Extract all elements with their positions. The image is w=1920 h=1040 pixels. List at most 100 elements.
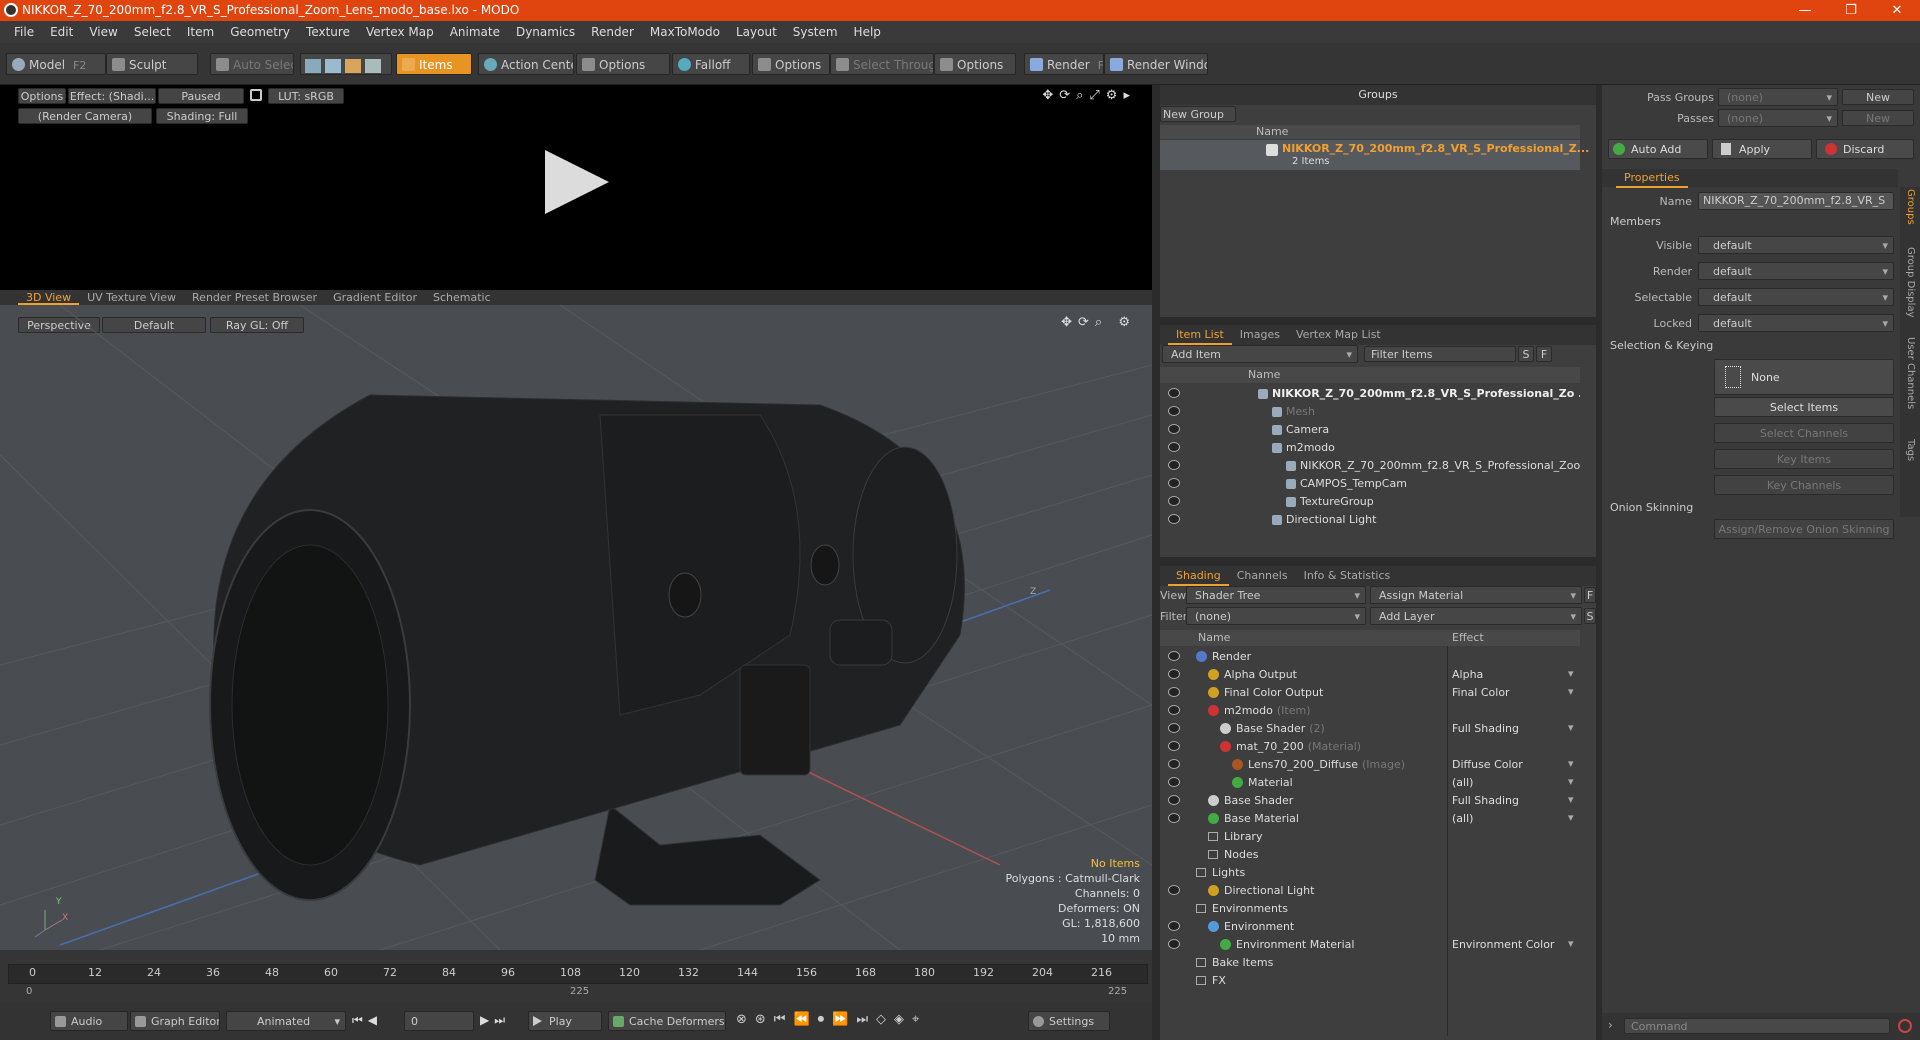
record-icon[interactable] (1898, 1019, 1912, 1033)
tab-uv-texture-view[interactable]: UV Texture View (79, 290, 184, 305)
side-tab-group-display[interactable]: Group Display (1905, 247, 1916, 317)
shader-effect[interactable]: Final Color (1452, 686, 1510, 699)
eye-icon[interactable] (1168, 921, 1180, 931)
menu-help[interactable]: Help (846, 25, 889, 39)
key-items-button[interactable]: Key Items (1714, 449, 1894, 469)
chevron-down-icon[interactable]: ▾ (1568, 937, 1574, 950)
locked-dropdown[interactable]: default (1698, 314, 1894, 332)
menu-item[interactable]: Item (179, 25, 222, 39)
chevron-down-icon[interactable]: ▾ (1568, 775, 1574, 788)
cache-deformers-button[interactable]: Cache Deformers (608, 1011, 726, 1031)
side-tab-groups[interactable]: Groups (1905, 189, 1916, 225)
shader-tree-row[interactable]: Material (all) ▾ (1160, 774, 1580, 792)
item-list-row[interactable]: Mesh (1160, 403, 1580, 421)
shader-tree-row[interactable]: Nodes (1160, 846, 1580, 864)
shader-effect[interactable]: Diffuse Color (1452, 758, 1523, 771)
select-through-button[interactable]: Select Through (830, 53, 934, 75)
filter-dropdown[interactable]: (none) (1186, 607, 1366, 625)
shader-tree-row[interactable]: Lights (1160, 864, 1580, 882)
menu-select[interactable]: Select (126, 25, 179, 39)
shader-tree-row[interactable]: Directional Light (1160, 882, 1580, 900)
eye-icon[interactable] (1168, 478, 1180, 488)
side-tab-tags[interactable]: Tags (1905, 439, 1916, 473)
shader-effect[interactable]: (all) (1452, 812, 1473, 825)
auto-select-button[interactable]: Auto Select (210, 53, 294, 75)
eye-icon[interactable] (1168, 741, 1180, 751)
item-list-row[interactable]: m2modo (1160, 439, 1580, 457)
shading-dropdown[interactable]: Shading: Full (156, 108, 248, 124)
eye-icon[interactable] (1168, 939, 1180, 949)
eye-icon[interactable] (1168, 795, 1180, 805)
menu-vertex-map[interactable]: Vertex Map (358, 25, 442, 39)
eye-icon[interactable] (1168, 705, 1180, 715)
item-list-row[interactable]: Camera (1160, 421, 1580, 439)
eye-icon[interactable] (1168, 669, 1180, 679)
assign-onion-button[interactable]: Assign/Remove Onion Skinning (1714, 519, 1894, 539)
assign-material-dropdown[interactable]: Assign Material (1370, 586, 1582, 604)
eye-icon[interactable] (1168, 406, 1180, 416)
new-pass-button[interactable]: New (1842, 110, 1914, 126)
shading-s-button[interactable]: S (1584, 608, 1596, 624)
tab-gradient-editor[interactable]: Gradient Editor (325, 290, 425, 305)
discard-button[interactable]: Discard (1816, 139, 1914, 159)
apply-button[interactable]: Apply (1712, 139, 1812, 159)
eye-icon[interactable] (1168, 723, 1180, 733)
model-mode-button[interactable]: Model F2 (6, 53, 106, 75)
menu-animate[interactable]: Animate (442, 25, 508, 39)
preview-options-button[interactable]: Options (18, 88, 66, 104)
menu-dynamics[interactable]: Dynamics (508, 25, 583, 39)
frame-input[interactable]: 0 (404, 1011, 474, 1031)
render-button[interactable]: RenderF9 (1024, 53, 1104, 75)
tab-images[interactable]: Images (1232, 325, 1288, 345)
tab-item-list[interactable]: Item List (1168, 325, 1232, 345)
onion-skinning-section[interactable]: Onion Skinning (1610, 501, 1693, 514)
shader-tree-row[interactable]: mat_70_200 (Material) (1160, 738, 1580, 756)
shader-tree-row[interactable]: Environment (1160, 918, 1580, 936)
add-item-dropdown[interactable]: Add Item (1162, 345, 1358, 363)
render-window-button[interactable]: Render Window (1104, 53, 1208, 75)
tab-channels[interactable]: Channels (1229, 566, 1296, 586)
side-tab-user-channels[interactable]: User Channels (1905, 337, 1916, 409)
shader-tree-row[interactable]: Alpha Output Alpha ▾ (1160, 666, 1580, 684)
shader-tree-row[interactable]: FX (1160, 972, 1580, 990)
restore-button[interactable]: ❐ (1828, 0, 1874, 21)
settings-button[interactable]: Settings (1028, 1011, 1110, 1031)
lut-dropdown[interactable]: LUT: sRGB (268, 88, 344, 104)
chevron-down-icon[interactable]: ▾ (1568, 721, 1574, 734)
sculpt-mode-button[interactable]: Sculpt (106, 53, 198, 75)
eye-icon[interactable] (1168, 777, 1180, 787)
falloff-button[interactable]: Falloff (672, 53, 750, 75)
transport-forward[interactable]: ▶⏭ (480, 1013, 510, 1028)
menu-render[interactable]: Render (583, 25, 642, 39)
tab-vertex-map-list[interactable]: Vertex Map List (1288, 325, 1389, 345)
add-layer-dropdown[interactable]: Add Layer (1370, 607, 1582, 625)
tab-shading[interactable]: Shading (1168, 566, 1229, 586)
pass-groups-dropdown[interactable]: (none) (1718, 88, 1838, 106)
transport-controls[interactable]: ⏮◀ (352, 1013, 382, 1028)
view-dropdown[interactable]: Shader Tree (1186, 586, 1366, 604)
shader-tree-row[interactable]: Environment Material Environment Color ▾ (1160, 936, 1580, 954)
shader-tree-row[interactable]: Final Color Output Final Color ▾ (1160, 684, 1580, 702)
new-pass-group-button[interactable]: New (1842, 89, 1914, 105)
selection-keying-section[interactable]: Selection & Keying (1610, 339, 1713, 352)
shader-tree-row[interactable]: m2modo (Item) (1160, 702, 1580, 720)
menu-file[interactable]: File (6, 25, 42, 39)
tab-3d-view[interactable]: 3D View (18, 290, 80, 305)
eye-icon[interactable] (1168, 460, 1180, 470)
shader-effect[interactable]: Full Shading (1452, 794, 1519, 807)
eye-icon[interactable] (1168, 388, 1180, 398)
visible-dropdown[interactable]: default (1698, 236, 1894, 254)
tab-schematic[interactable]: Schematic (425, 290, 499, 305)
select-channels-button[interactable]: Select Channels (1714, 423, 1894, 443)
none-button[interactable]: None (1714, 359, 1894, 395)
item-list-row[interactable]: NIKKOR_Z_70_200mm_f2.8_VR_S_Professional… (1160, 385, 1580, 403)
paused-toggle[interactable]: Paused (158, 88, 244, 104)
chevron-down-icon[interactable]: ▾ (1568, 757, 1574, 770)
chevron-down-icon[interactable]: ▾ (1568, 685, 1574, 698)
eye-icon[interactable] (1168, 885, 1180, 895)
shader-effect[interactable]: Alpha (1452, 668, 1483, 681)
play-button[interactable]: Play (528, 1011, 602, 1031)
eye-icon[interactable] (1168, 813, 1180, 823)
item-list-row[interactable]: Directional Light (1160, 511, 1580, 529)
polygons-mode-icon[interactable] (345, 58, 361, 73)
